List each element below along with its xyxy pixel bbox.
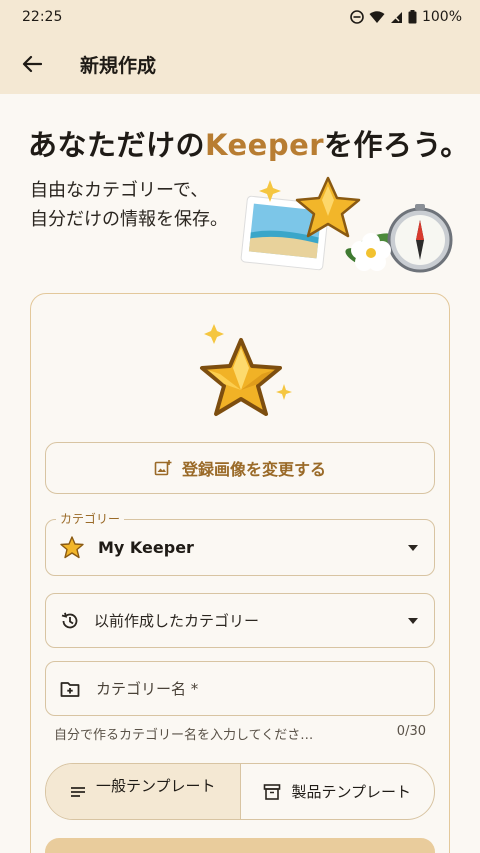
status-icons: 100% — [350, 9, 462, 25]
back-button[interactable] — [0, 34, 64, 94]
hero-illustration — [240, 176, 453, 273]
char-counter: 0/30 — [396, 724, 426, 739]
category-dropdown[interactable]: カテゴリー My Keeper — [45, 510, 435, 576]
hero-subtitle-line1: 自由なカテゴリーで、 — [30, 180, 209, 201]
inventory-box-icon — [264, 783, 281, 800]
hero-title-accent: Keeper — [205, 128, 325, 162]
page-title: 新規作成 — [80, 54, 157, 77]
hero-subtitle: 自由なカテゴリーで、 自分だけの情報を保存。 — [30, 176, 228, 234]
create-folder-icon — [60, 681, 80, 697]
status-time: 22:25 — [22, 9, 63, 25]
tab-general-template[interactable]: 一般テンプレート — [46, 764, 241, 819]
previous-category-value: 以前作成したカテゴリー — [94, 612, 260, 630]
arrow-left-icon — [22, 55, 42, 73]
battery-percent: 100% — [421, 9, 462, 25]
category-name-helper: 自分で作るカテゴリー名を入力してくださ… 0/30 — [54, 724, 426, 743]
submit-button[interactable] — [45, 838, 435, 853]
previous-category-dropdown[interactable]: 以前作成したカテゴリー — [45, 593, 435, 648]
tab-product-template[interactable]: 製品テンプレート — [241, 764, 435, 819]
helper-text: 自分で作るカテゴリー名を入力してくださ… — [54, 728, 314, 743]
battery-icon — [408, 10, 417, 24]
add-photo-icon — [154, 460, 172, 476]
change-image-button[interactable]: 登録画像を変更する — [45, 442, 435, 494]
history-icon — [61, 612, 78, 628]
change-image-label: 登録画像を変更する — [181, 460, 326, 479]
hero-title-post: を作ろう。 — [324, 128, 470, 162]
product-template-label: 製品テンプレート — [291, 783, 412, 801]
chevron-down-icon — [408, 544, 418, 551]
star-icon — [60, 536, 84, 559]
do-not-disturb-icon — [350, 10, 364, 24]
app-bar: 新規作成 — [0, 34, 480, 94]
notes-icon — [70, 786, 85, 797]
registered-image-star-icon — [200, 324, 292, 416]
template-toggle: 一般テンプレート 製品テンプレート — [45, 763, 435, 820]
signal-icon — [390, 11, 402, 23]
category-name-placeholder: カテゴリー名 * — [96, 680, 199, 698]
hero-title-pre: あなただけの — [28, 128, 206, 162]
wifi-icon — [369, 10, 385, 23]
general-template-label: 一般テンプレート — [95, 777, 216, 795]
hero-title: あなただけのKeeperを作ろう。 — [28, 122, 470, 164]
compass-icon — [387, 204, 453, 273]
status-bar: 22:25 100% — [0, 0, 480, 34]
category-name-input[interactable]: カテゴリー名 * — [45, 661, 435, 716]
category-label: カテゴリー — [56, 510, 125, 527]
hero-subtitle-line2: 自分だけの情報を保存。 — [30, 209, 228, 230]
category-value: My Keeper — [98, 538, 194, 557]
chevron-down-icon — [408, 617, 418, 624]
